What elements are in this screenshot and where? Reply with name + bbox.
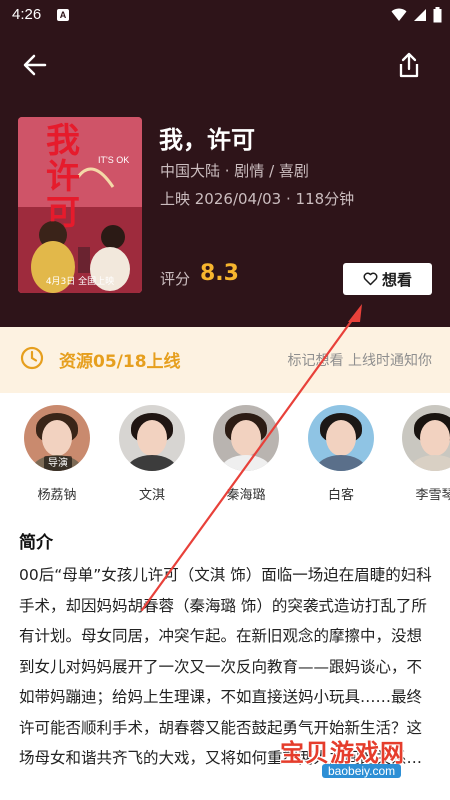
avatar-body [316, 455, 366, 471]
poster-artwork [18, 117, 142, 293]
cast-member[interactable]: 文淇 [118, 405, 186, 503]
cast-name: 杨荔钠 [37, 488, 77, 503]
signal-icon [414, 9, 426, 21]
avatar [402, 405, 450, 471]
avatar: 导演 [24, 405, 90, 471]
status-bar: 4:26 A [0, 0, 450, 32]
cast-list[interactable]: 导演 杨荔钠 文淇 秦海璐 白客 李雪琴 [0, 405, 450, 505]
synopsis-heading: 简介 [19, 533, 53, 553]
cast-member[interactable]: 李雪琴 [401, 405, 450, 503]
share-button[interactable] [396, 51, 422, 79]
rating-value: 8.3 [200, 261, 239, 286]
avatar-body [221, 455, 271, 471]
heart-icon [363, 272, 378, 286]
poster-title: 我许可 [46, 121, 80, 233]
movie-poster[interactable]: 我许可 IT'S OK 4月3日 全国上映 [18, 117, 142, 293]
movie-header: 4:26 A 我许可 IT'S OK 4月3日 全国上映 我，许可 中国大陆 ·… [0, 0, 450, 327]
avatar-face [137, 420, 167, 456]
cast-name: 白客 [327, 488, 354, 503]
director-tag: 导演 [44, 456, 72, 471]
notification-badge: A [57, 9, 69, 21]
notify-hint-text: 标记想看 上线时通知你 [287, 353, 432, 369]
share-icon [399, 52, 419, 78]
status-time: 4:26 [12, 6, 42, 23]
avatar-face [326, 420, 356, 456]
avatar-body [410, 455, 450, 471]
cast-name: 李雪琴 [415, 488, 450, 503]
avatar [308, 405, 374, 471]
avatar [119, 405, 185, 471]
resource-release-text: 资源05/18上线 [59, 352, 181, 372]
clock-icon [20, 346, 44, 370]
want-to-watch-label: 想看 [381, 270, 412, 289]
cast-member[interactable]: 白客 [307, 405, 375, 503]
avatar-face [420, 420, 450, 456]
system-icons [391, 7, 442, 23]
cast-name: 文淇 [138, 488, 165, 503]
movie-title: 我，许可 [159, 126, 255, 154]
watermark-logo: 宝贝游戏网 baobeiy.com [270, 733, 430, 783]
cast-member[interactable]: 导演 杨荔钠 [23, 405, 91, 503]
avatar-face [231, 420, 261, 456]
wifi-icon [391, 8, 407, 21]
battery-icon [433, 7, 442, 23]
watermark-text: 宝贝游戏网 [280, 739, 405, 767]
avatar-body [127, 455, 177, 471]
want-to-watch-button[interactable]: 想看 [343, 263, 432, 295]
movie-release-line: 上映 2026/04/03 · 118分钟 [160, 190, 355, 208]
back-button[interactable] [22, 52, 48, 78]
avatar-face [42, 420, 72, 456]
poster-release-date: 4月3日 全国上映 [45, 277, 115, 287]
rating-label: 评分 [160, 270, 191, 288]
movie-genre-line: 中国大陆 · 剧情 / 喜剧 [160, 162, 309, 180]
poster-subtitle: IT'S OK [98, 155, 130, 165]
back-arrow-icon [23, 54, 47, 76]
cast-member[interactable]: 秦海璐 [212, 405, 280, 503]
cast-name: 秦海璐 [226, 488, 266, 503]
watermark-url: baobeiy.com [322, 764, 402, 778]
avatar [213, 405, 279, 471]
